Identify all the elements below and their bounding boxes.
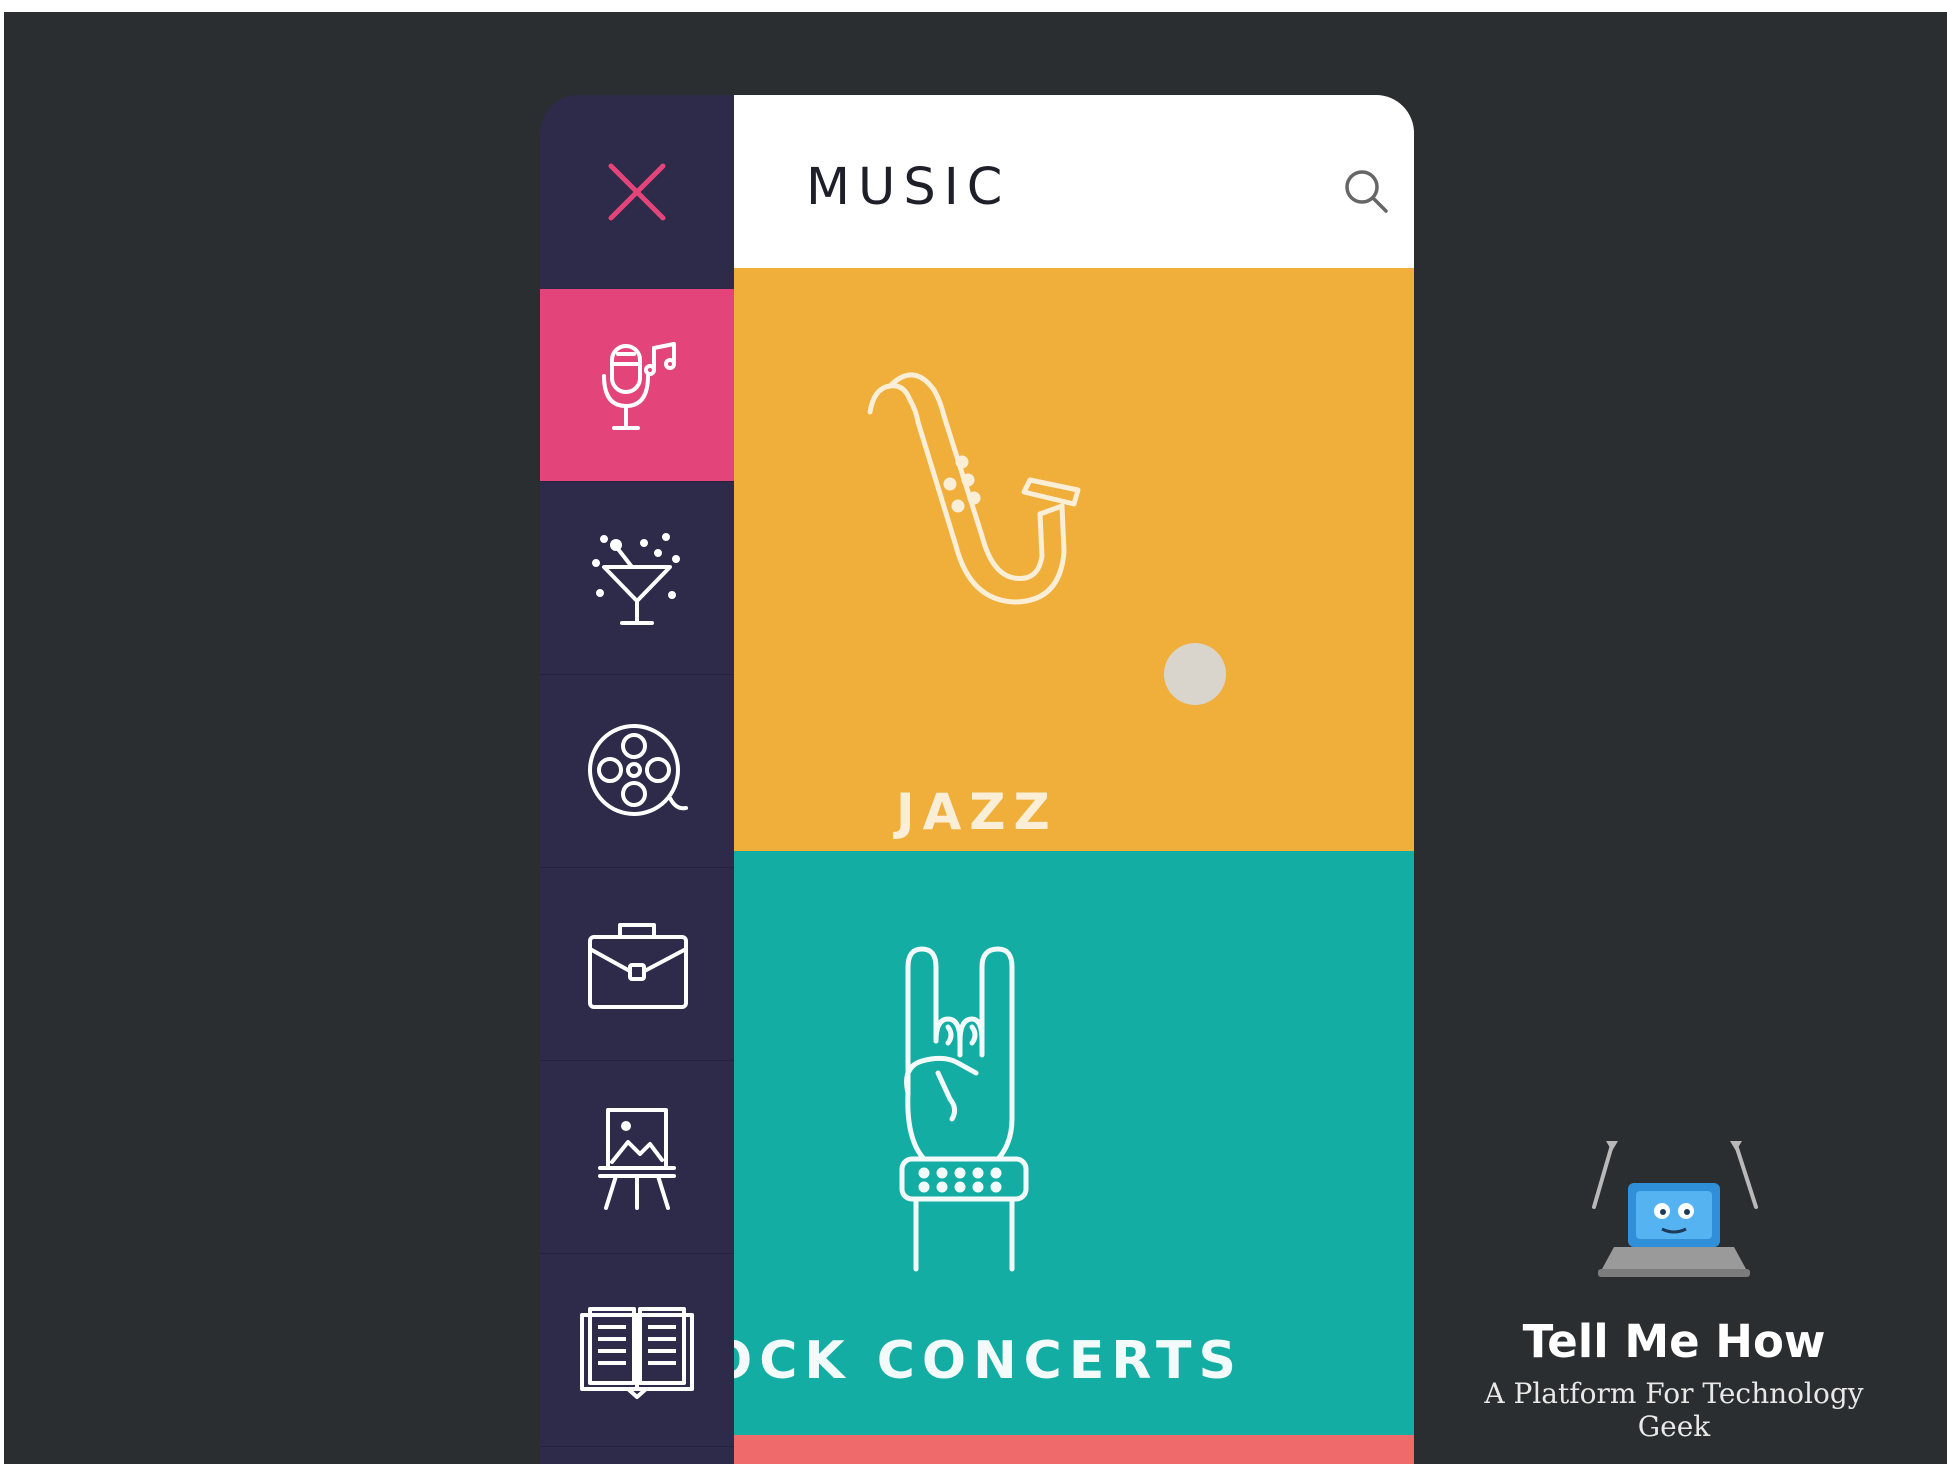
laptop-mascot-icon [1592,1141,1758,1277]
category-card-next[interactable] [734,1435,1414,1464]
cocktail-icon [592,533,680,625]
briefcase-icon [588,923,688,1009]
app-screen: MUSIC JAZZ OCK CONCERTS [540,95,1414,1464]
search-button[interactable] [1336,161,1396,221]
rock-hand-icon [899,946,1029,1272]
film-reel-icon [588,724,688,816]
category-label-rock-concerts: OCK CONCERTS [734,1331,1243,1391]
open-book-icon [580,1307,694,1399]
touch-indicator [1164,643,1226,705]
easel-painting-icon [598,1108,676,1210]
search-icon [1345,170,1388,213]
watermark: Tell Me How A Platform For Technology Ge… [1444,1137,1904,1443]
watermark-subtitle: A Platform For Technology Geek [1484,1377,1864,1443]
app-header: MUSIC [734,95,1414,268]
sidebar [540,95,734,1464]
backdrop: MUSIC JAZZ OCK CONCERTS Tell Me How A Pl… [4,12,1947,1464]
sidebar-item-business[interactable] [540,868,734,1061]
close-icon [608,163,666,221]
saxophone-icon [867,372,1081,605]
sidebar-item-music[interactable] [540,289,734,482]
category-card-rock-concerts[interactable]: OCK CONCERTS [734,851,1414,1435]
sidebar-item-art[interactable] [540,1061,734,1254]
page-title: MUSIC [806,158,1011,217]
category-label-jazz: JAZZ [896,783,1058,841]
microphone-icon [602,342,676,430]
sidebar-item-nightlife[interactable] [540,482,734,675]
sidebar-item-books[interactable] [540,1254,734,1447]
category-card-jazz[interactable]: JAZZ [734,268,1414,851]
close-button[interactable] [540,95,734,289]
main-content: MUSIC JAZZ OCK CONCERTS [734,95,1414,1464]
sidebar-item-movies[interactable] [540,675,734,868]
watermark-title: Tell Me How [1522,1315,1826,1368]
